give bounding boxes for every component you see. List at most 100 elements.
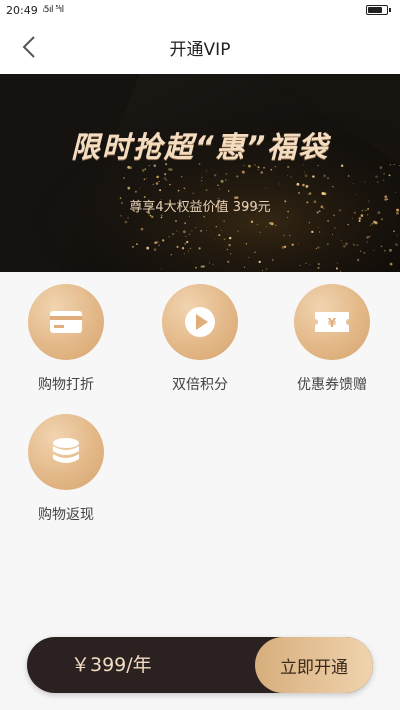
- sparkle: [290, 176, 292, 178]
- sparkle: [212, 263, 214, 266]
- sparkle: [383, 172, 385, 175]
- sparkle: [388, 174, 391, 177]
- banner-subtitle: 尊享4大权益价值 399元: [129, 200, 271, 215]
- benefit-label: 双倍积分: [172, 377, 228, 393]
- sparkle: [123, 177, 125, 179]
- sparkle: [191, 230, 193, 232]
- sparkle: [201, 180, 203, 182]
- sparkle: [225, 172, 228, 175]
- sparkle: [205, 189, 208, 192]
- sparkle: [304, 174, 308, 178]
- status-bar: 20:49 ᵢ5ıl ⁵ᴵıl: [0, 0, 400, 20]
- sparkle: [181, 176, 183, 178]
- sparkle: [187, 250, 189, 252]
- sparkle: [200, 265, 204, 268]
- sparkle: [358, 217, 362, 220]
- promo-banner: 限时抢超“惠”福袋 尊享4大权益价值 399元: [0, 74, 400, 272]
- sparkle: [241, 170, 245, 174]
- sparkle: [283, 245, 287, 248]
- sparkle: [175, 220, 177, 222]
- sparkle: [124, 220, 128, 224]
- sparkle: [389, 262, 393, 266]
- sparkle: [227, 190, 230, 192]
- sparkle: [169, 168, 173, 171]
- benefit-icon-circle: ¥: [294, 284, 370, 360]
- sparkle: [394, 192, 396, 194]
- sparkle: [195, 227, 197, 229]
- sparkle: [183, 230, 186, 234]
- sparkle: [208, 262, 211, 264]
- sparkle: [366, 241, 368, 243]
- sparkle: [371, 222, 374, 225]
- benefit-label: 购物打折: [38, 377, 94, 393]
- sparkle: [366, 236, 369, 239]
- sparkle: [299, 264, 301, 266]
- open-now-button[interactable]: 立即开通: [255, 637, 373, 693]
- sparkle: [393, 230, 395, 232]
- sparkle: [164, 173, 167, 176]
- sparkle: [139, 187, 141, 189]
- sparkle: [226, 249, 228, 251]
- sparkle: [160, 216, 163, 219]
- coupon-icon: ¥: [315, 312, 349, 332]
- sparkle: [335, 267, 339, 270]
- sparkle: [162, 239, 165, 242]
- sparkle: [183, 187, 186, 190]
- sparkle: [192, 192, 194, 194]
- sparkle: [321, 192, 325, 195]
- sparkle: [166, 179, 168, 181]
- benefit-shopping-cashback[interactable]: 购物返现: [0, 402, 132, 523]
- sparkle: [195, 266, 197, 269]
- benefit-icon-circle: [28, 414, 104, 490]
- sparkle: [270, 222, 274, 226]
- price-text: ￥399/年: [71, 654, 152, 676]
- sparkle: [317, 246, 320, 249]
- sparkle: [373, 220, 376, 224]
- sparkle: [203, 216, 205, 218]
- sparkle: [146, 246, 150, 250]
- sparkle: [265, 268, 268, 270]
- sparkle: [396, 234, 398, 236]
- sparkle: [323, 174, 326, 177]
- benefit-shopping-discount[interactable]: 购物打折: [0, 272, 132, 393]
- sparkle: [363, 252, 366, 254]
- sparkle: [307, 193, 309, 195]
- sparkle: [225, 179, 227, 181]
- sparkle: [296, 182, 300, 186]
- sparkle: [151, 215, 154, 219]
- banner-title: 限时抢超“惠”福袋: [70, 130, 330, 164]
- sparkle: [136, 243, 138, 246]
- sparkle: [351, 217, 353, 219]
- sparkle: [227, 260, 230, 263]
- sparkle: [144, 168, 147, 170]
- sparkle: [287, 165, 290, 169]
- benefit-icon-circle: [162, 284, 238, 360]
- sparkle: [143, 178, 146, 181]
- sparkle: [214, 238, 216, 240]
- sparkle: [228, 243, 231, 247]
- sparkle: [327, 177, 329, 179]
- benefits-grid: 购物打折 双倍积分 ¥ 优惠券馈赠 购物返现: [0, 272, 400, 642]
- sparkle: [183, 253, 185, 255]
- sparkle: [360, 250, 362, 252]
- sparkle: [158, 181, 160, 183]
- svg-text:¥: ¥: [328, 316, 337, 330]
- sparkle: [153, 248, 157, 252]
- sparkle: [368, 235, 371, 238]
- sparkle: [186, 240, 189, 244]
- benefit-coupon-gift[interactable]: ¥ 优惠券馈赠: [266, 272, 398, 393]
- back-button[interactable]: [16, 32, 46, 62]
- sparkle: [154, 241, 157, 245]
- sparkle: [257, 166, 260, 169]
- sparkle: [331, 233, 334, 236]
- sparkle: [160, 268, 162, 270]
- sparkle: [257, 168, 260, 171]
- sparkle: [297, 243, 299, 245]
- sparkle: [169, 183, 171, 186]
- sparkle: [155, 182, 159, 185]
- benefit-double-points[interactable]: 双倍积分: [134, 272, 266, 393]
- sparkle: [176, 245, 179, 249]
- sparkle: [230, 253, 232, 255]
- sparkle: [243, 266, 246, 268]
- sparkle: [176, 230, 178, 232]
